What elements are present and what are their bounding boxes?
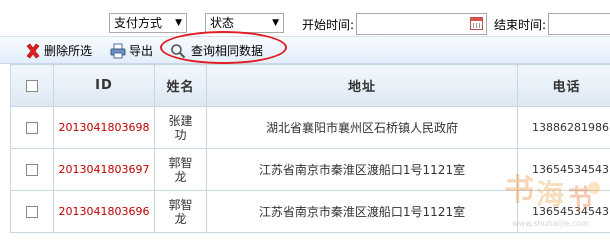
name-cell: 郭智龙: [154, 148, 207, 191]
row-checkbox[interactable]: [26, 206, 38, 218]
row-checkbox[interactable]: [26, 122, 38, 134]
id-cell: 2013041803696: [53, 190, 155, 233]
id-column-header[interactable]: ID: [53, 64, 155, 107]
watermark-logo: 书 海 节 www.shuhaijie.com: [504, 173, 600, 228]
row-select-cell: [10, 148, 54, 191]
payment-method-select[interactable]: 支付方式 ▼: [109, 13, 187, 33]
export-label: 导出: [129, 44, 154, 58]
status-value: 状态: [210, 16, 235, 30]
delete-selected-button[interactable]: 删除所选: [25, 41, 95, 61]
svg-text:海: 海: [536, 178, 564, 211]
end-time-input[interactable]: [548, 13, 610, 35]
id-cell: 2013041803697: [53, 148, 155, 191]
phone-cell: 13886281986: [517, 106, 610, 149]
payment-method-value: 支付方式: [114, 16, 163, 30]
svg-text:www.shuhaijie.com: www.shuhaijie.com: [512, 219, 589, 228]
start-time-input[interactable]: [356, 13, 487, 35]
phone-column-header[interactable]: 电话: [517, 64, 610, 107]
row-select-cell: [10, 190, 54, 233]
calendar-icon[interactable]: [470, 17, 483, 30]
chevron-down-icon: ▼: [175, 18, 182, 28]
select-all-header: [10, 64, 54, 107]
printer-icon: [110, 43, 126, 59]
table-row[interactable]: 2013041803698 张建功 湖北省襄阳市襄州区石桥镇人民政府 13886…: [10, 106, 610, 149]
name-cell: 郭智龙: [154, 190, 207, 233]
address-column-header[interactable]: 地址: [206, 64, 518, 107]
filter-bar: 支付方式 ▼ 状态 ▼ 开始时间: 结束时间:: [0, 0, 610, 36]
toolbar: 删除所选 导出 查询相同数据: [0, 36, 610, 64]
row-checkbox[interactable]: [26, 164, 38, 176]
name-column-header[interactable]: 姓名: [154, 64, 207, 107]
export-button[interactable]: 导出: [110, 41, 160, 61]
chevron-down-icon: ▼: [272, 18, 279, 28]
row-select-cell: [10, 106, 54, 149]
select-all-checkbox[interactable]: [26, 79, 38, 92]
delete-x-icon: [26, 43, 40, 59]
highlight-oval: [160, 31, 287, 64]
end-time-label: 结束时间:: [494, 18, 547, 32]
name-cell: 张建功: [154, 106, 207, 149]
address-cell: 湖北省襄阳市襄州区石桥镇人民政府: [206, 106, 518, 149]
status-select[interactable]: 状态 ▼: [205, 13, 284, 33]
svg-text:书: 书: [504, 173, 534, 208]
start-time-label: 开始时间:: [302, 18, 355, 32]
delete-selected-label: 删除所选: [44, 44, 93, 58]
id-cell: 2013041803698: [53, 106, 155, 149]
table-header-row: ID 姓名 地址 电话: [10, 64, 610, 107]
